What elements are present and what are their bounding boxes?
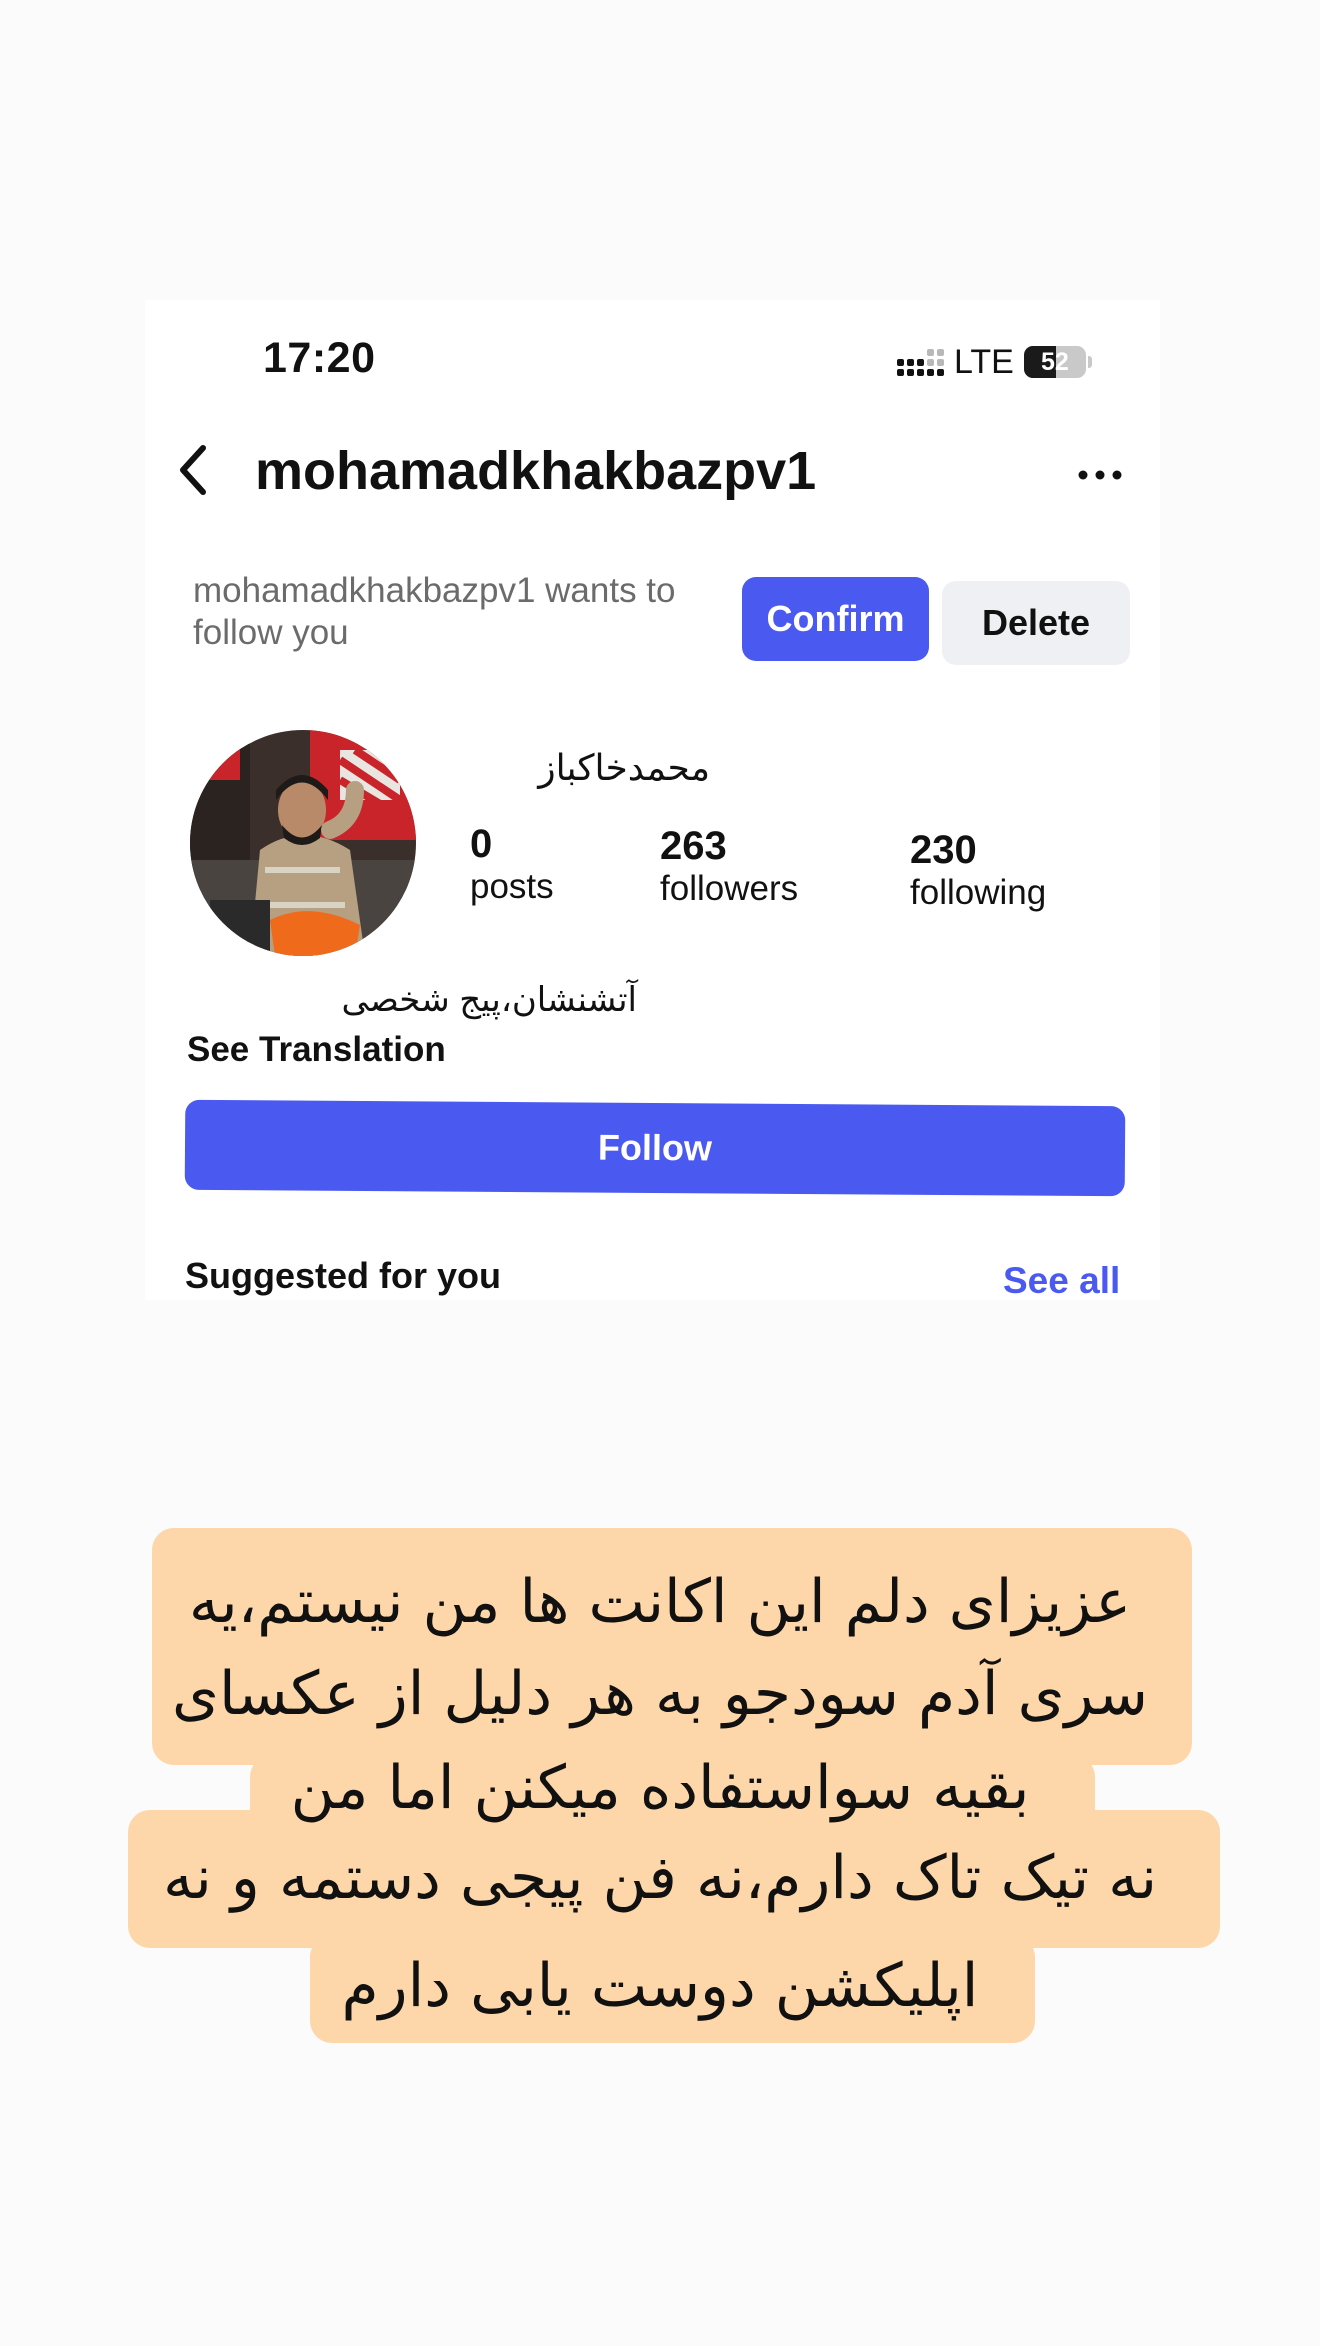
follow-request-message: mohamadkhakbazpv1 wants to follow you bbox=[193, 571, 676, 652]
chevron-left-icon[interactable] bbox=[173, 440, 213, 500]
profile-bio: آتشنشان،پیج شخصی bbox=[341, 981, 637, 1019]
profile-username: mohamadkhakbazpv1 bbox=[255, 441, 817, 501]
profile-screenshot-card: 17:20 LTE 52 mohamadkhakbazpv1 mohamadkh… bbox=[145, 300, 1160, 1302]
signal-strength-icon bbox=[897, 348, 944, 376]
caption-line-5: اپلیکشن دوست یابی دارم bbox=[341, 1951, 979, 2021]
status-indicators: LTE 52 bbox=[897, 342, 1092, 382]
following-count: 230 bbox=[910, 828, 977, 872]
battery-icon: 52 bbox=[1023, 346, 1086, 378]
battery-level: 52 bbox=[1040, 347, 1069, 376]
see-all-link[interactable]: See all bbox=[1003, 1260, 1120, 1302]
followers-count: 263 bbox=[660, 824, 727, 868]
profile-display-name: محمدخاکباز bbox=[538, 747, 710, 788]
status-time: 17:20 bbox=[263, 334, 376, 382]
see-translation-link[interactable]: See Translation bbox=[187, 1030, 446, 1070]
battery-tip bbox=[1087, 356, 1092, 368]
caption-line-2: سری آدم سودجو به هر دلیل از عکسای bbox=[172, 1659, 1148, 1729]
avatar-photo bbox=[190, 730, 416, 956]
posts-label: posts bbox=[470, 867, 554, 906]
posts-stat[interactable]: 0 posts bbox=[470, 822, 554, 907]
following-stat[interactable]: 230 following bbox=[910, 828, 1046, 913]
posts-count: 0 bbox=[470, 822, 493, 866]
followers-stat[interactable]: 263 followers bbox=[660, 824, 798, 909]
followers-label: followers bbox=[660, 869, 799, 908]
delete-button[interactable]: Delete bbox=[942, 581, 1130, 665]
confirm-button[interactable]: Confirm bbox=[742, 577, 929, 661]
network-type: LTE bbox=[954, 342, 1014, 381]
more-horizontal-icon[interactable] bbox=[1075, 465, 1125, 485]
caption-line-4: نه تیک تاک دارم،نه فن پیجی دستمه و نه bbox=[162, 1843, 1158, 1913]
follow-button[interactable]: Follow bbox=[184, 1099, 1126, 1197]
caption-line-3: بقیه سواستفاده میکنن اما من bbox=[290, 1753, 1030, 1823]
caption-line-1: عزیزای دلم این اکانت ها من نیستم،یه bbox=[188, 1567, 1132, 1637]
suggested-for-you-heading: Suggested for you bbox=[185, 1255, 502, 1296]
avatar[interactable] bbox=[190, 730, 416, 956]
following-label: following bbox=[910, 873, 1047, 912]
